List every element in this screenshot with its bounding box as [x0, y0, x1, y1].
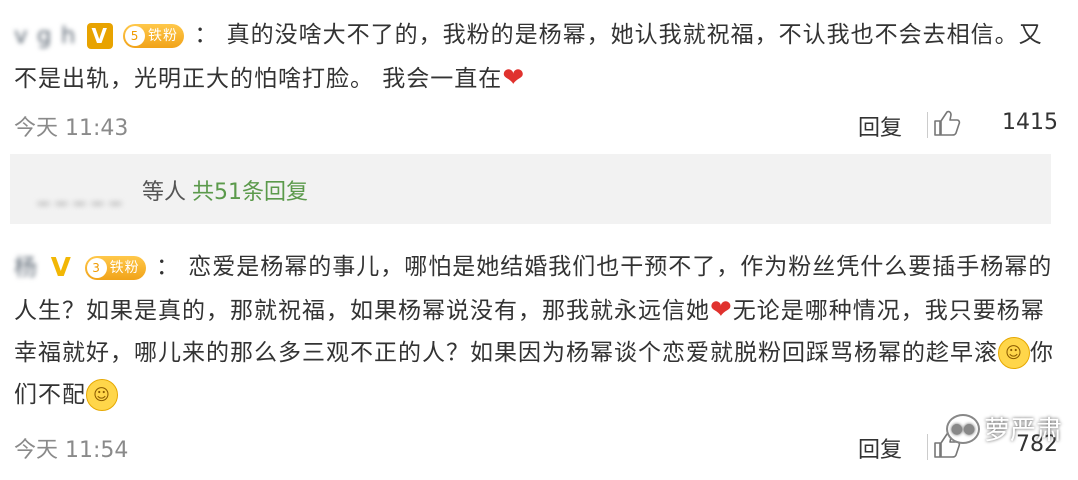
comment-2-body: 杨 V 3 铁粉 ： 恋爱是杨幂的事儿，哪怕是她结婚我们也干预不了，作为粉丝凭什…	[14, 246, 1058, 416]
reply-button[interactable]: 回复	[858, 432, 902, 464]
tongue-emoji-icon: ☺	[86, 379, 118, 411]
watermark-text: 萝严肃	[983, 416, 1062, 446]
separator: ：	[194, 22, 219, 48]
fan-badge: 5 铁粉	[123, 23, 185, 48]
verified-v-icon: V	[86, 22, 113, 49]
replies-suffix: 等人	[141, 180, 186, 205]
verified-v-icon: V	[50, 252, 72, 283]
comment-2: 杨 V 3 铁粉 ： 恋爱是杨幂的事儿，哪怕是她结婚我们也干预不了，作为粉丝凭什…	[14, 246, 1058, 463]
fan-badge-label: 铁粉	[109, 259, 140, 276]
smile-emoji-icon: ☺	[998, 337, 1030, 369]
heart-emoji-icon: ❤	[710, 294, 733, 325]
replies-summary: _ _ _ _ _ 等人 共51条回复	[38, 174, 308, 206]
fan-badge: 3 铁粉	[84, 255, 146, 280]
replies-box[interactable]: _ _ _ _ _ 等人 共51条回复	[10, 154, 1051, 224]
comment-2-username[interactable]: 杨	[14, 247, 38, 289]
comment-1-body: v g h V 5 铁粉 ： 真的没啥大不了的，我粉的是杨幂，她认我就祝福，不认…	[14, 14, 1058, 100]
watermark: ●● 萝严肃	[945, 410, 1062, 447]
fan-badge-label: 铁粉	[148, 27, 179, 44]
comment-1-meta: 今天 11:43 回复 1415	[14, 108, 1058, 142]
reply-button[interactable]: 回复	[858, 110, 902, 142]
more-replies-link[interactable]: 共51条回复	[192, 180, 308, 205]
crown-icon: 3	[86, 257, 107, 278]
comment-2-meta: 今天 11:54 回复 782	[14, 432, 1058, 464]
timestamp: 今天 11:43	[14, 116, 129, 141]
separator: ：	[155, 254, 180, 280]
comment-1: v g h V 5 铁粉 ： 真的没啥大不了的，我粉的是杨幂，她认我就祝福，不认…	[14, 14, 1058, 141]
thumbs-up-icon[interactable]	[932, 108, 962, 138]
wechat-icon: ●●	[945, 413, 980, 444]
timestamp: 今天 11:54	[14, 438, 129, 463]
heart-emoji-icon: ❤	[502, 62, 526, 93]
comment-1-username[interactable]: v g h	[14, 15, 76, 57]
like-count: 1415	[1002, 110, 1058, 135]
divider	[927, 112, 928, 138]
reply-usernames: _ _ _ _ _	[38, 180, 128, 205]
divider	[927, 434, 928, 460]
crown-icon: 5	[125, 25, 146, 46]
